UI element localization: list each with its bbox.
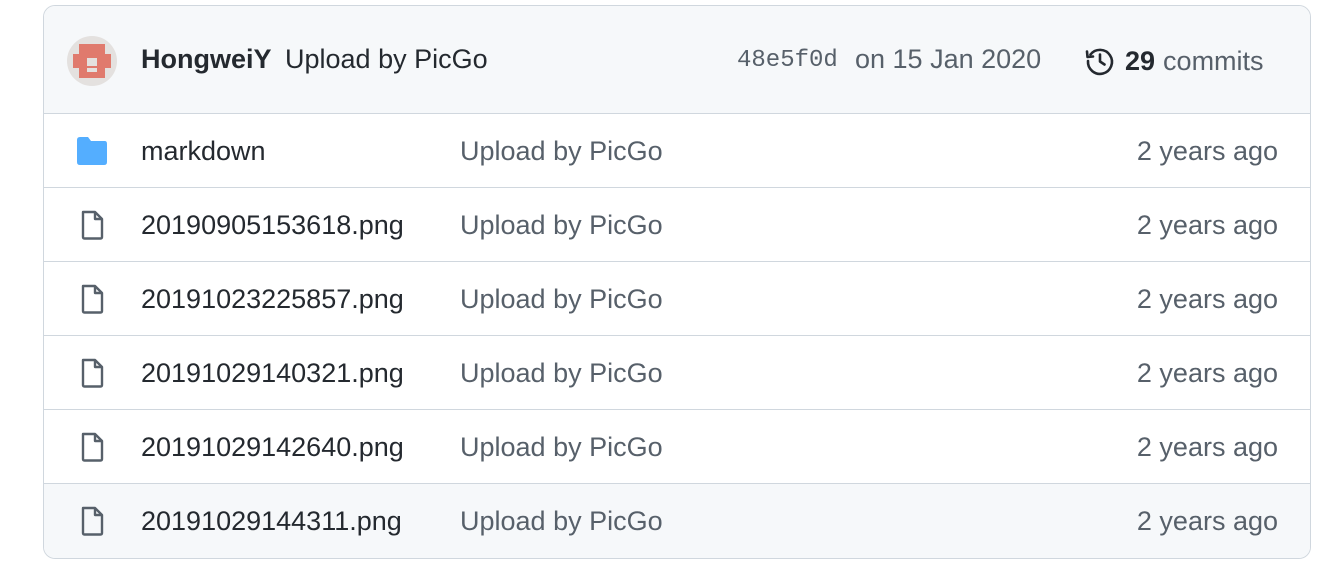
file-icon: [75, 210, 109, 240]
history-icon: [1085, 48, 1114, 76]
file-commit-age: 2 years ago: [1136, 284, 1278, 314]
file-icon: [75, 284, 109, 314]
file-name-link[interactable]: 20191029140321.png: [141, 358, 404, 389]
file-name-link[interactable]: 20190905153618.png: [141, 210, 404, 241]
avatar[interactable]: [67, 36, 117, 86]
file-row[interactable]: 20190905153618.png Upload by PicGo 2 years…: [44, 188, 1310, 262]
commit-author-link[interactable]: HongweiY: [141, 44, 272, 75]
file-icon: [75, 506, 109, 536]
file-commit-age: 2 years ago: [1136, 210, 1278, 240]
latest-commit-bar: HongweiY Upload by PicGo 48e5f0d on 15 J…: [44, 6, 1310, 114]
file-row[interactable]: 20191029140321.png Upload by PicGo 2 years…: [44, 336, 1310, 410]
commits-history-link[interactable]: 29 commits: [1084, 41, 1264, 81]
file-commit-age: 2 years ago: [1136, 506, 1278, 536]
commit-count: 29: [1125, 45, 1156, 76]
file-commit-message-link[interactable]: Upload by PicGo: [460, 284, 663, 315]
file-commit-message-link[interactable]: Upload by PicGo: [460, 210, 663, 241]
file-row[interactable]: 20191029142640.png Upload by PicGo 2 years…: [44, 410, 1310, 484]
file-commit-message-link[interactable]: Upload by PicGo: [460, 136, 663, 167]
commit-count-label: commits: [1163, 45, 1264, 76]
commit-date: on 15 Jan 2020: [855, 44, 1042, 74]
file-icon: [75, 432, 109, 462]
file-row[interactable]: 20191029144311.png Upload by PicGo 2 years…: [44, 484, 1310, 558]
file-commit-message-link[interactable]: Upload by PicGo: [460, 358, 663, 389]
file-commit-message-link[interactable]: Upload by PicGo: [460, 432, 663, 463]
file-row[interactable]: 20191023225857.png Upload by PicGo 2 years…: [44, 262, 1310, 336]
folder-icon: [75, 136, 109, 166]
file-commit-age: 2 years ago: [1136, 358, 1278, 388]
file-list: markdown Upload by PicGo 2 years ago 201909…: [44, 114, 1310, 558]
commit-sha-link[interactable]: 48e5f0d: [737, 47, 838, 74]
folder-row[interactable]: markdown Upload by PicGo 2 years ago: [44, 114, 1310, 188]
file-name-link[interactable]: 20191023225857.png: [141, 284, 404, 315]
file-commit-age: 2 years ago: [1136, 432, 1278, 462]
file-name-link[interactable]: 20191029142640.png: [141, 432, 404, 463]
file-name-link[interactable]: markdown: [141, 136, 266, 167]
file-commit-age: 2 years ago: [1136, 136, 1278, 166]
file-icon: [75, 358, 109, 388]
file-name-link[interactable]: 20191029144311.png: [141, 506, 402, 537]
file-browser: HongweiY Upload by PicGo 48e5f0d on 15 J…: [43, 5, 1311, 559]
commit-message-link[interactable]: Upload by PicGo: [285, 44, 488, 75]
file-commit-message-link[interactable]: Upload by PicGo: [460, 506, 663, 537]
